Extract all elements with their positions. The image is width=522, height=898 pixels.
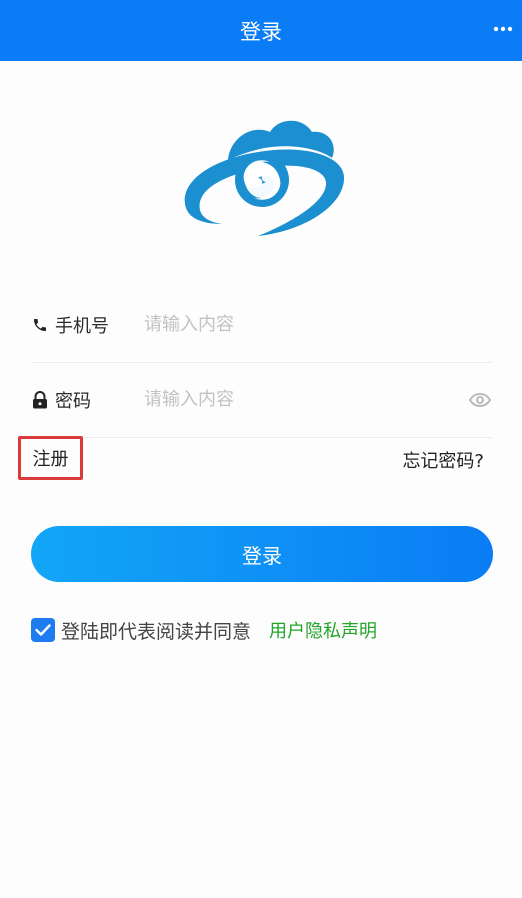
- phone-label: 手机号: [55, 315, 109, 337]
- password-label: 密码: [55, 390, 91, 412]
- login-button[interactable]: 登录: [31, 526, 493, 582]
- phone-input[interactable]: [144, 314, 492, 335]
- agreement-text: 登陆即代表阅读并同意: [61, 620, 252, 643]
- header-bar: 登录: [0, 0, 522, 61]
- phone-row: 手机号: [31, 287, 492, 363]
- check-icon: [35, 624, 51, 636]
- login-page: 登录 手机号 请输入内容 密码 注册 忘记密码? 登录 登陆即代表阅读并同意 用…: [0, 0, 522, 898]
- password-row: 密码: [31, 362, 492, 438]
- privacy-policy-link[interactable]: 用户隐私声明: [269, 617, 377, 643]
- more-icon[interactable]: [492, 18, 514, 40]
- lock-icon: [31, 390, 49, 409]
- eye-icon[interactable]: [468, 388, 492, 412]
- agreement-checkbox[interactable]: [31, 618, 55, 642]
- phone-icon: [31, 316, 49, 334]
- forgot-password-link[interactable]: 忘记密码?: [402, 447, 484, 473]
- register-link[interactable]: 注册: [18, 436, 83, 480]
- app-logo: [178, 112, 348, 244]
- agreement: 登陆即代表阅读并同意 用户隐私声明: [31, 617, 377, 643]
- password-input[interactable]: [144, 389, 468, 410]
- page-title: 登录: [240, 19, 282, 44]
